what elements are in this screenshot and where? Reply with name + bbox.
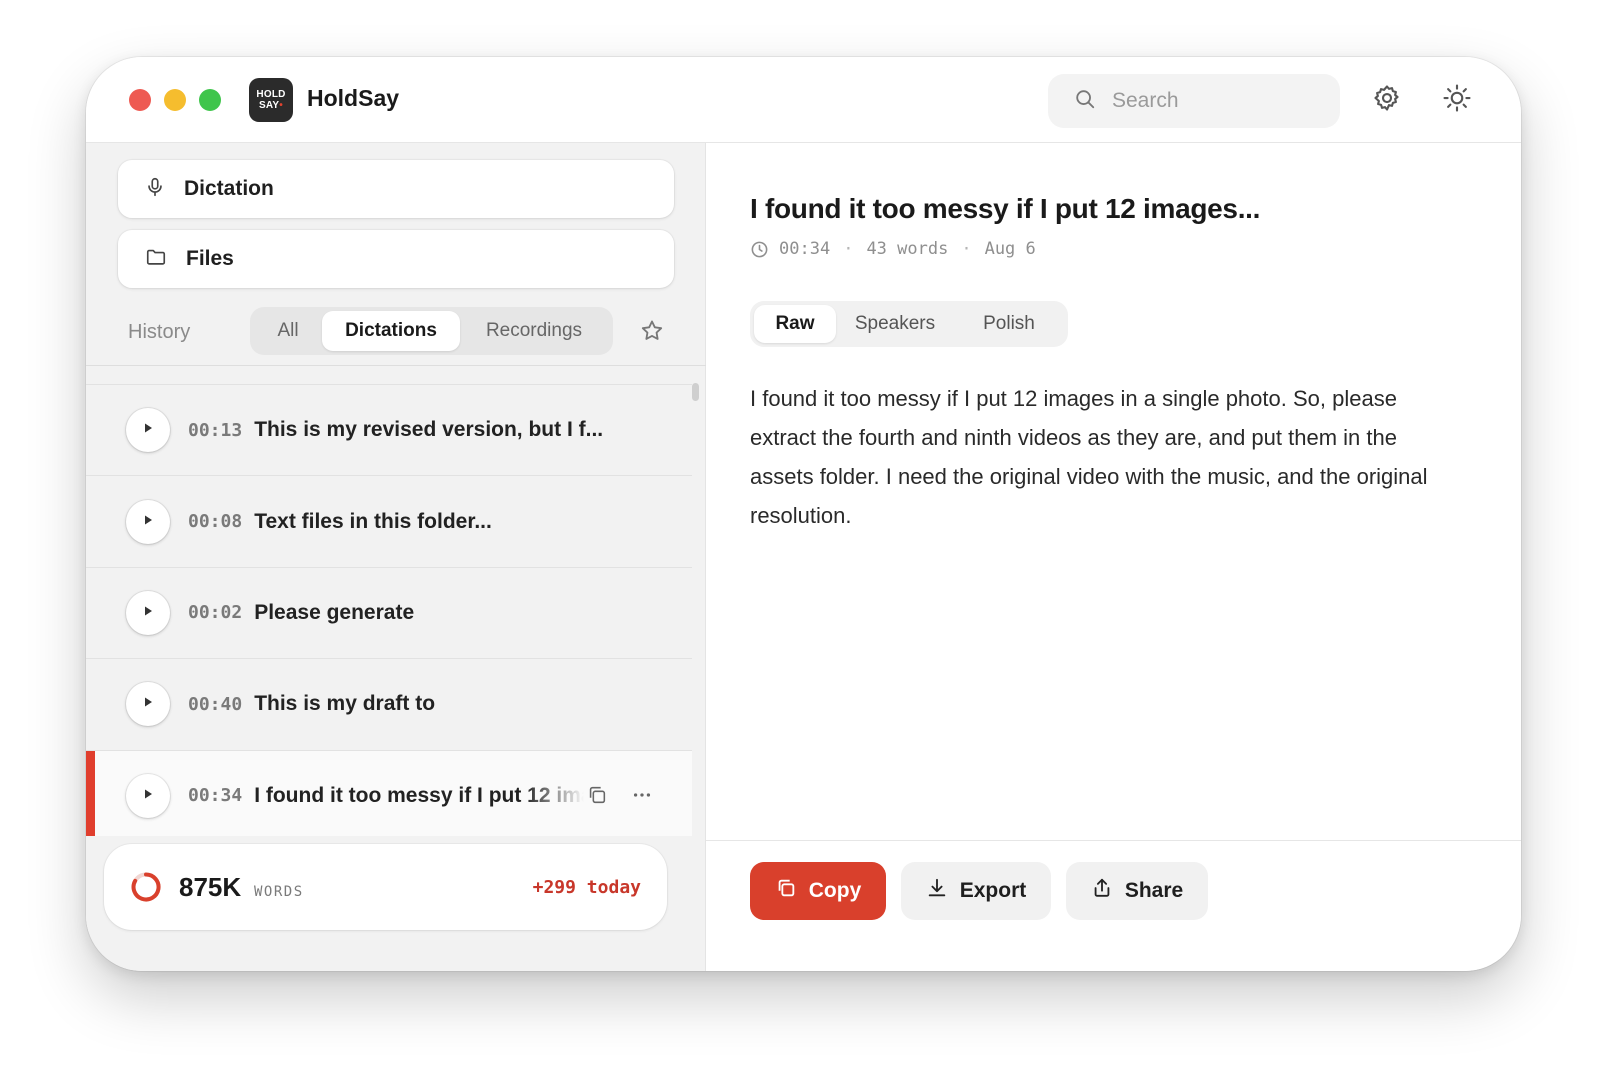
history-filter: All Dictations Recordings [250,307,613,355]
share-icon [1091,877,1113,905]
play-button[interactable] [126,499,170,544]
history-label: History [128,321,191,343]
play-icon [142,695,154,713]
transcript-text: I found it too messy if I put 12 images … [750,386,1428,528]
share-button[interactable]: Share [1066,862,1208,920]
gear-icon [1372,83,1402,118]
page-title: I found it too messy if I put 12 images.… [750,193,1261,224]
detail-panel: I found it too messy if I put 12 images.… [706,143,1521,971]
app-logo: HOLD SAY• [249,78,293,122]
tab-raw[interactable]: Raw [754,305,836,343]
play-button[interactable] [126,773,170,818]
sidebar: Dictation Files History All Dictations R… [86,143,706,971]
divider [86,365,706,366]
copy-item-button[interactable] [586,784,608,811]
download-icon [926,877,948,905]
copy-label: Copy [808,879,862,902]
item-title: This is my revised version, but I f... [254,418,604,442]
item-title: Text files in this folder... [254,509,492,533]
sidebar-item-label: Files [186,247,234,270]
list-item[interactable]: 00:02 Please generate [86,568,692,660]
search-box[interactable] [1048,74,1340,128]
filter-recordings[interactable]: Recordings [460,311,608,351]
copy-icon [775,877,797,905]
export-button[interactable]: Export [901,862,1051,920]
word-count: 875K [179,872,242,902]
item-duration: 00:02 [188,602,243,624]
star-icon [639,320,665,348]
logo-line-1: HOLD [256,89,286,100]
export-label: Export [959,879,1027,902]
list-item-selected[interactable]: 00:34 I found it too messy if I put 12 i… [86,750,692,836]
more-icon [633,792,651,797]
favorites-button[interactable] [639,318,665,344]
minimize-window-button[interactable] [164,89,186,111]
settings-button[interactable] [1369,82,1405,118]
play-button[interactable] [126,682,170,727]
sidebar-item-dictation[interactable]: Dictation [118,160,674,218]
filter-dictations[interactable]: Dictations [322,311,460,351]
play-icon [142,604,154,622]
theme-toggle-button[interactable] [1439,82,1475,118]
progress-ring-icon [130,871,162,908]
history-list: 00:13 This is my revised version, but I … [86,384,692,836]
item-title: This is my draft to [254,692,436,716]
meta-separator: · [843,239,854,259]
copy-button[interactable]: Copy [750,862,886,920]
logo-line-2: SAY• [259,100,283,111]
play-icon [142,421,154,439]
list-item[interactable]: 00:13 This is my revised version, but I … [86,385,692,477]
transcript-view-tabs: Raw Speakers Polish [750,301,1068,347]
tab-speakers[interactable]: Speakers [836,305,954,343]
zoom-window-button[interactable] [199,89,221,111]
play-button[interactable] [126,590,170,635]
list-item[interactable]: 00:08 Text files in this folder... [86,476,692,568]
meta-duration: 00:34 [779,239,831,259]
folder-icon [144,246,168,273]
item-duration: 00:34 [188,785,243,807]
item-title: I found it too messy if I put 12 images.… [254,783,584,807]
close-window-button[interactable] [129,89,151,111]
microphone-icon [144,176,166,203]
sun-icon [1442,83,1472,118]
list-item[interactable]: 00:40 This is my draft to [86,659,692,751]
today-count: +299 today [532,877,641,898]
word-count-unit: WORDS [254,884,304,900]
detail-meta: 00:34 · 43 words · Aug 6 [750,239,1036,259]
meta-separator: · [961,239,972,259]
list-scrollbar[interactable] [692,383,699,401]
app-title: HoldSay [307,85,400,111]
share-label: Share [1124,879,1184,902]
play-button[interactable] [126,408,170,453]
app-window: HOLD SAY• HoldSay Dictation [86,57,1521,971]
meta-date: Aug 6 [984,239,1036,259]
play-icon [142,787,154,805]
history-header: History All Dictations Recordings [86,305,706,365]
item-duration: 00:13 [188,419,243,441]
title-bar: HOLD SAY• HoldSay [86,57,1521,143]
item-actions [586,784,654,811]
search-input[interactable] [1112,89,1312,113]
more-options-button[interactable] [630,784,654,811]
item-duration: 00:08 [188,511,243,533]
sidebar-item-label: Dictation [184,177,274,200]
clock-icon [750,240,769,259]
copy-icon [589,786,606,803]
word-stats-card: 875K WORDS +299 today [104,844,667,930]
search-icon [1074,88,1096,115]
divider [706,840,1521,841]
filter-all[interactable]: All [254,311,322,351]
meta-words: 43 words [866,239,949,259]
sidebar-item-files[interactable]: Files [118,230,674,288]
item-title: Please generate [254,600,415,624]
item-duration: 00:40 [188,693,243,715]
play-icon [142,513,154,531]
tab-polish[interactable]: Polish [954,305,1064,343]
